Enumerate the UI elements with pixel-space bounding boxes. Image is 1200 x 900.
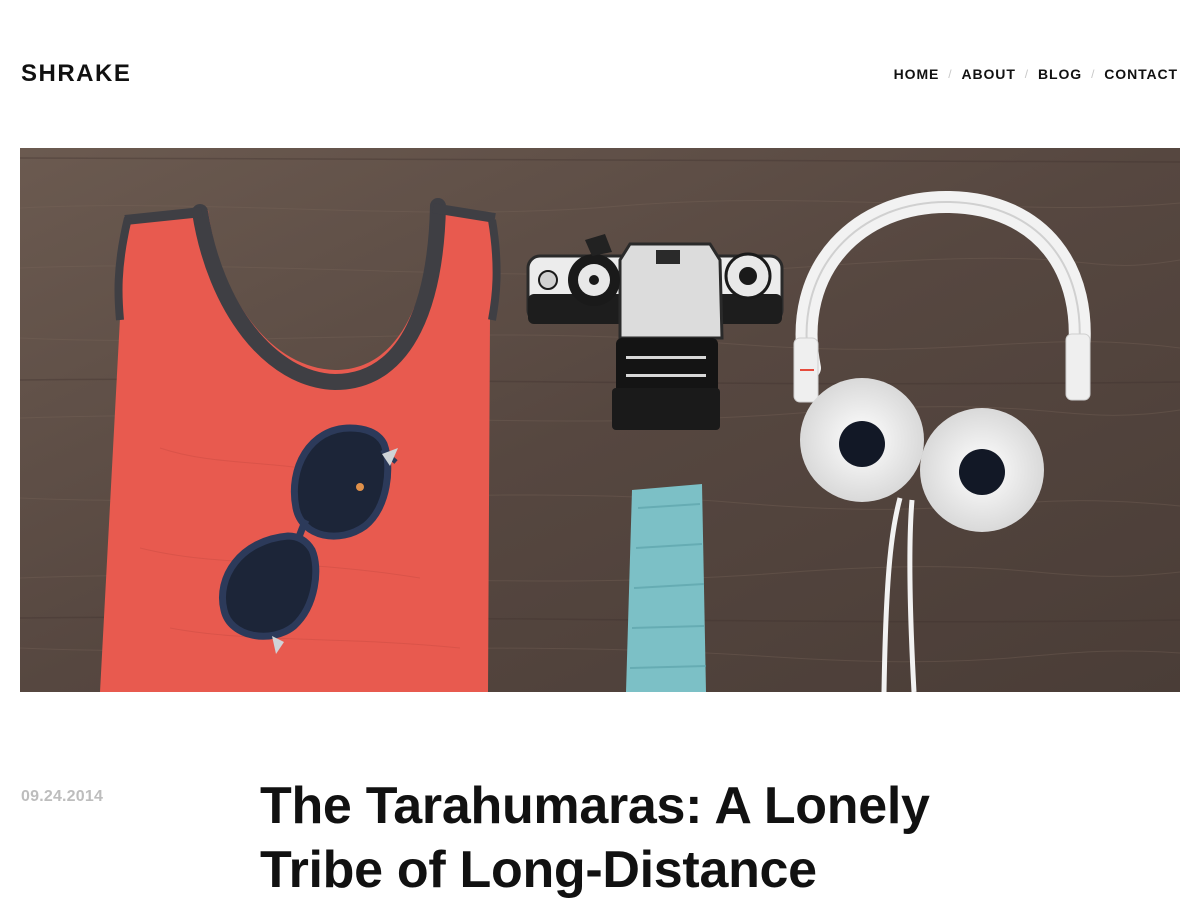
hero-image xyxy=(20,148,1180,692)
nav-separator: / xyxy=(948,67,953,81)
nav-item-contact[interactable]: CONTACT xyxy=(1104,66,1178,82)
post-date: 09.24.2014 xyxy=(21,788,104,805)
nav-item-home[interactable]: HOME xyxy=(894,66,940,82)
site-logo[interactable]: SHRAKE xyxy=(21,60,131,88)
nav-separator: / xyxy=(1024,67,1030,81)
nav-separator: / xyxy=(1091,67,1096,81)
nav-item-about[interactable]: ABOUT xyxy=(962,66,1016,82)
wristband-illustration xyxy=(626,484,707,692)
site-header: SHRAKE HOME / ABOUT / BLOG / CONTACT xyxy=(0,0,1200,148)
nav-item-blog[interactable]: BLOG xyxy=(1038,66,1082,82)
post-title[interactable]: The Tarahumaras: A Lonely Tribe of Long-… xyxy=(260,774,1060,900)
main-nav: HOME / ABOUT / BLOG / CONTACT xyxy=(894,66,1178,82)
